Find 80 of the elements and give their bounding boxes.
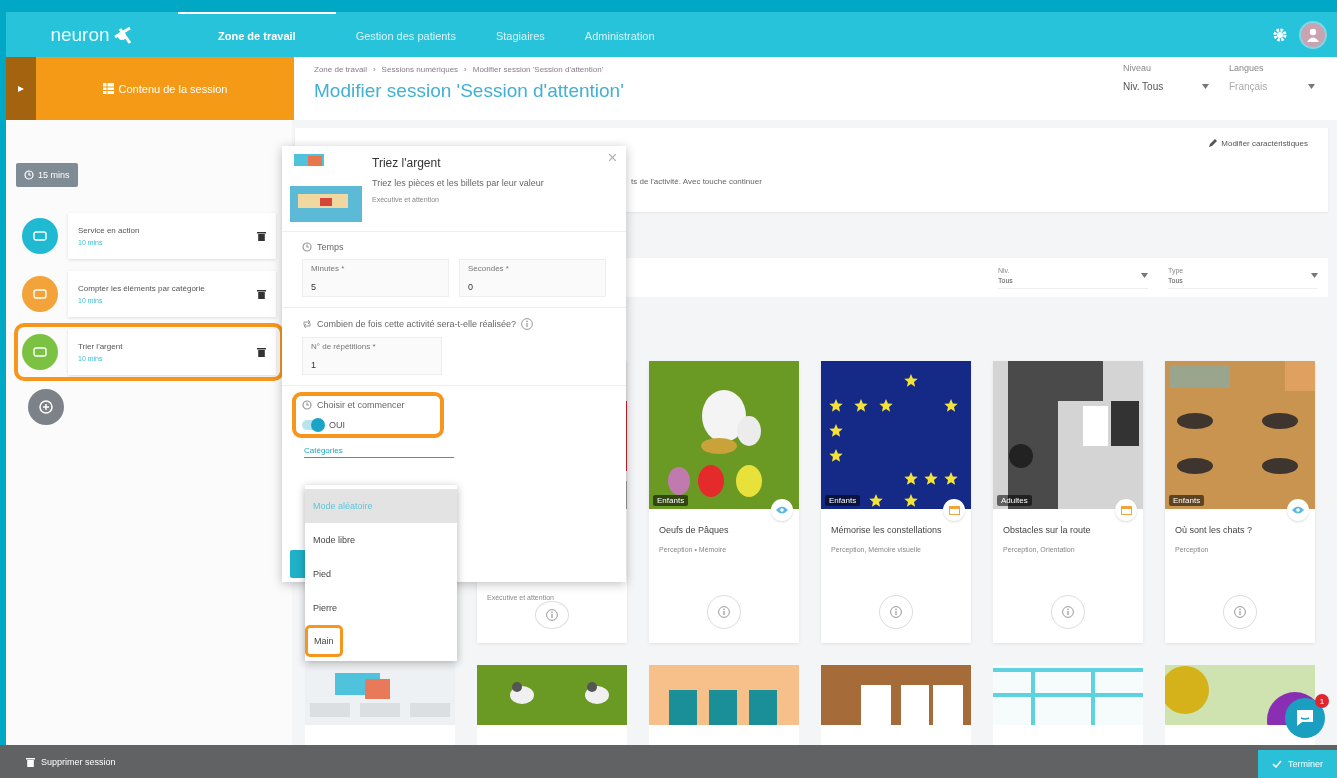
activity-title: Où sont les chats ?	[1175, 525, 1254, 536]
chat-icon	[1295, 709, 1315, 727]
audience-tag: Adultes	[997, 495, 1032, 506]
activity-title: Mémorise les constellations	[831, 525, 943, 536]
caret-icon	[1308, 84, 1315, 89]
caret-icon	[1141, 272, 1148, 278]
delete-session-button[interactable]: Supprimer session	[0, 755, 122, 768]
select-label: Langues	[1229, 63, 1265, 73]
card-icon	[33, 231, 47, 241]
repeat-icon	[302, 319, 312, 329]
info-button[interactable]	[1223, 595, 1257, 629]
dropdown-option[interactable]: Mode libre	[305, 523, 457, 557]
check-icon	[1272, 760, 1282, 768]
card-icon	[33, 347, 47, 357]
info-icon	[1234, 606, 1246, 618]
trash-icon	[257, 347, 266, 357]
input-field[interactable]: Minutes * 5	[302, 259, 449, 297]
audience-tag: Enfants	[1169, 495, 1205, 506]
duration-chip: 15 mins	[16, 163, 78, 187]
description-text: ts de l'activité. Avec touche continuer	[631, 177, 763, 186]
breadcrumb-link[interactable]: Zone de travail	[314, 65, 367, 74]
popup-title: Triez l'argent	[372, 156, 442, 170]
info-icon	[546, 609, 558, 621]
info-button[interactable]	[535, 601, 569, 629]
caret-icon	[1311, 272, 1318, 278]
section-label: Temps	[317, 242, 344, 252]
toggle-label: OUI	[329, 420, 345, 430]
audience-tag: Enfants	[825, 495, 861, 506]
section-label: Choisir et commencer	[317, 400, 405, 410]
dropdown-option[interactable]: Pied	[305, 557, 457, 591]
section-label: Combien de fois cette activité sera-t-elle réalisée?	[317, 319, 517, 329]
activity-card[interactable]	[821, 665, 971, 745]
trash-icon	[26, 756, 35, 767]
select-label: Niveau	[1123, 63, 1152, 73]
clock-icon	[302, 242, 312, 252]
caret-icon	[1202, 84, 1209, 89]
clock-icon	[24, 170, 34, 180]
info-icon	[718, 606, 730, 618]
breadcrumb-link[interactable]: Sessions numériques	[381, 65, 459, 74]
card-icon	[33, 289, 47, 299]
logo-text: neuron	[50, 23, 110, 46]
dropdown-select[interactable]: Niv. Tous	[1123, 81, 1209, 92]
activity-card[interactable]	[1165, 665, 1315, 745]
toggle-switch[interactable]	[302, 420, 324, 430]
clock-icon	[302, 400, 312, 410]
trash-icon	[257, 231, 266, 241]
add-activity-button[interactable]	[28, 389, 64, 425]
info-button[interactable]	[1051, 595, 1085, 629]
activity-card[interactable]	[649, 665, 799, 745]
activity-title: Oeufs de Pâques	[659, 525, 730, 536]
info-icon	[1062, 606, 1074, 618]
help-icon	[521, 318, 534, 330]
dropdown-option[interactable]: Pierre	[305, 591, 457, 625]
audience-tag: Enfants	[653, 495, 689, 506]
activity-name: Service en action	[78, 226, 141, 235]
person-icon	[1305, 26, 1321, 43]
settings-icon	[1273, 27, 1287, 42]
dropdown-option[interactable]: Main	[305, 625, 343, 657]
input-field[interactable]: Secondes * 0	[459, 259, 606, 297]
breadcrumb-separator: ›	[372, 65, 376, 74]
activity-title: Obstacles sur la route	[1003, 525, 1092, 536]
collapse-icon	[18, 85, 24, 92]
grid-icon	[102, 83, 114, 94]
trash-icon	[257, 289, 266, 299]
info-button[interactable]	[879, 595, 913, 629]
avatar-button[interactable]	[1299, 20, 1327, 49]
popup-subtitle: Triez les pièces et les billets par leur valeur	[372, 178, 544, 188]
close-icon[interactable]	[609, 154, 616, 161]
page-title: Modifier session 'Session d'attention'	[314, 80, 625, 102]
info-icon	[890, 606, 902, 618]
activity-card[interactable]	[305, 665, 455, 745]
plus-icon	[38, 399, 54, 415]
pencil-icon	[1208, 139, 1218, 148]
info-button[interactable]	[707, 595, 741, 629]
edit-link[interactable]: Modifier caractéristiques	[1202, 138, 1314, 149]
breadcrumb-separator: ›	[464, 65, 467, 74]
activity-card[interactable]	[477, 665, 627, 745]
input-field[interactable]: N° de répétitions * 1	[302, 337, 442, 375]
activity-name: Trier l'argent	[78, 342, 124, 351]
activity-name: Compter les éléments par catégorie	[78, 284, 206, 293]
